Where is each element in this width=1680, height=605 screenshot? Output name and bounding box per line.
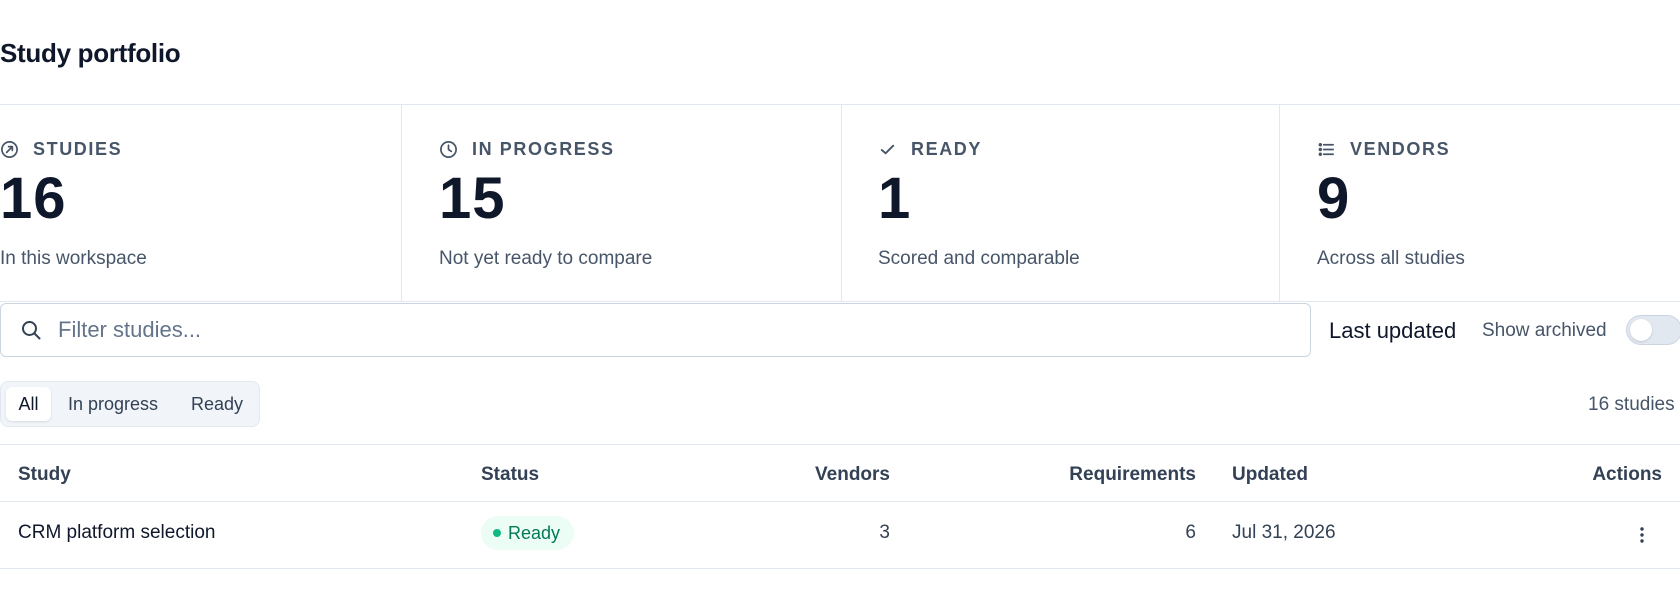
study-count: 16 studies <box>1588 394 1675 415</box>
vendors-count: 3 <box>879 522 890 543</box>
stat-card-ready: READY 1 Scored and comparable <box>841 105 1279 301</box>
search-input[interactable] <box>56 316 1310 344</box>
more-vertical-icon[interactable] <box>1630 520 1654 550</box>
stat-value: 1 <box>878 166 912 231</box>
show-archived-toggle[interactable] <box>1626 315 1680 345</box>
search-icon <box>22 321 41 340</box>
stat-card-in-progress: IN PROGRESS 15 Not yet ready to compare <box>401 105 841 301</box>
requirements-count: 6 <box>1185 522 1196 543</box>
column-header-status[interactable]: Status <box>481 464 539 486</box>
column-header-actions: Actions <box>1592 464 1662 485</box>
stat-subtext: Not yet ready to compare <box>439 248 653 269</box>
study-name-link[interactable]: CRM platform selection <box>18 522 215 544</box>
stat-value: 16 <box>0 166 67 231</box>
list-icon <box>1318 143 1335 156</box>
stat-value: 9 <box>1317 166 1351 231</box>
column-header-updated[interactable]: Updated <box>1232 464 1308 486</box>
sort-selector[interactable]: Last updated <box>1329 318 1456 344</box>
stat-card-studies: STUDIES 16 In this workspace <box>0 105 401 301</box>
tab-in-progress[interactable]: In progress <box>57 387 169 421</box>
show-archived-label: Show archived <box>1482 320 1607 341</box>
status-badge-label: Ready <box>508 522 561 543</box>
studies-table: Study Status Vendors Requirements Update… <box>0 444 1680 569</box>
clock-icon <box>440 141 457 158</box>
stat-card-vendors: VENDORS 9 Across all studies <box>1279 105 1680 301</box>
search-box[interactable] <box>0 303 1311 357</box>
page-title: Study portfolio <box>0 38 181 68</box>
stats-row: STUDIES 16 In this workspace IN PROGRESS… <box>0 104 1680 302</box>
stat-subtext: Across all studies <box>1317 248 1465 269</box>
status-badge: Ready <box>481 516 575 550</box>
stat-subtext: In this workspace <box>0 248 147 269</box>
tab-ready[interactable]: Ready <box>179 387 255 421</box>
tab-all[interactable]: All <box>6 387 51 421</box>
status-filter-tabs: All In progress Ready <box>0 381 260 427</box>
stat-label: VENDORS <box>1350 139 1451 159</box>
column-header-study[interactable]: Study <box>18 464 71 486</box>
toggle-knob <box>1630 319 1652 341</box>
column-header-vendors[interactable]: Vendors <box>815 464 890 486</box>
table-row[interactable]: CRM platform selection Ready 3 6 Jul 31,… <box>0 502 1680 569</box>
stat-subtext: Scored and comparable <box>878 248 1080 269</box>
status-dot <box>493 529 501 537</box>
stat-value: 15 <box>439 166 506 231</box>
stat-label: READY <box>911 139 983 159</box>
stat-label: STUDIES <box>33 139 123 159</box>
check-icon <box>880 144 895 155</box>
compass-icon <box>1 141 18 158</box>
stat-label: IN PROGRESS <box>472 139 615 159</box>
column-header-requirements[interactable]: Requirements <box>1069 464 1196 486</box>
updated-date: Jul 31, 2026 <box>1232 522 1336 543</box>
table-header: Study Status Vendors Requirements Update… <box>0 444 1680 502</box>
